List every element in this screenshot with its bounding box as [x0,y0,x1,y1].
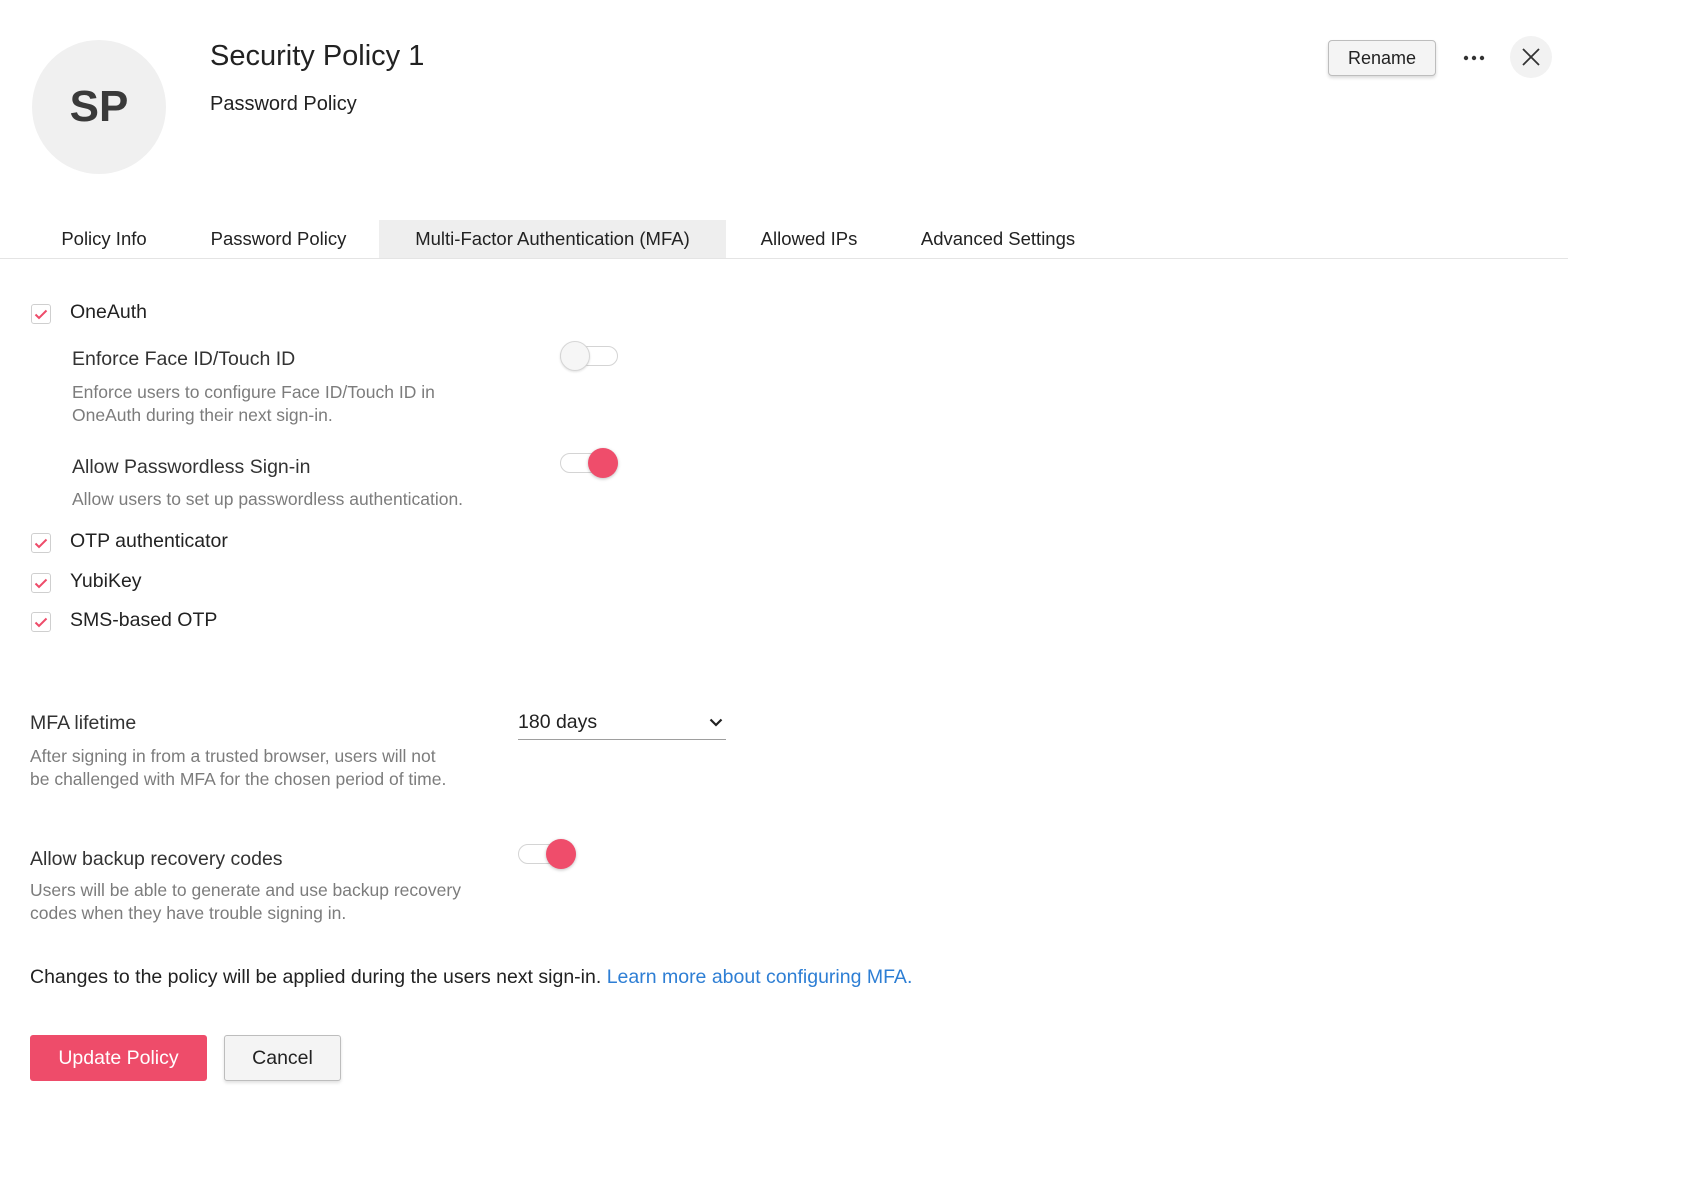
more-horizontal-icon [1463,55,1485,61]
chevron-down-icon [709,718,723,727]
oneauth-checkbox[interactable] [31,304,51,324]
passwordless-title: Allow Passwordless Sign-in [72,456,311,478]
mfa-lifetime-select[interactable]: 180 days [518,706,726,740]
toggle-knob [546,839,576,869]
yubikey-checkbox[interactable] [31,573,51,593]
oneauth-label: OneAuth [70,301,147,323]
tab-password-policy[interactable]: Password Policy [180,220,377,258]
sms-otp-label: SMS-based OTP [70,609,218,631]
toggle-knob [560,341,590,371]
mfa-lifetime-description: After signing in from a trusted browser,… [30,745,446,791]
page-title: Security Policy 1 [210,40,425,72]
checkmark-icon [34,617,48,627]
otp-authenticator-checkbox[interactable] [31,533,51,553]
tab-policy-info[interactable]: Policy Info [30,220,178,258]
backup-codes-description: Users will be able to generate and use b… [30,879,461,925]
face-id-toggle[interactable] [560,341,620,371]
close-icon [1522,48,1540,66]
update-policy-button[interactable]: Update Policy [30,1035,207,1081]
passwordless-description: Allow users to set up passwordless authe… [72,489,464,509]
policy-note: Changes to the policy will be applied du… [30,966,912,989]
checkmark-icon [34,578,48,588]
sms-otp-checkbox[interactable] [31,612,51,632]
passwordless-toggle[interactable] [560,448,620,478]
tab-bar: Policy Info Password Policy Multi-Factor… [0,220,1568,259]
rename-button[interactable]: Rename [1328,40,1436,76]
backup-codes-title: Allow backup recovery codes [30,848,283,870]
tab-allowed-ips[interactable]: Allowed IPs [728,220,890,258]
mfa-lifetime-description-line: be challenged with MFA for the chosen pe… [30,769,447,789]
mfa-lifetime-description-line: After signing in from a trusted browser,… [30,746,436,766]
mfa-lifetime-selected-value: 180 days [518,711,598,733]
mfa-lifetime-title: MFA lifetime [30,712,137,734]
avatar: SP [32,40,166,174]
checkmark-icon [34,538,48,548]
checkmark-icon [34,309,48,319]
cancel-button[interactable]: Cancel [224,1035,341,1081]
more-options-button[interactable] [1454,40,1494,76]
learn-more-link[interactable]: Learn more about configuring MFA. [607,966,913,988]
face-id-title: Enforce Face ID/Touch ID [72,348,296,370]
face-id-description-line: OneAuth during their next sign-in. [72,405,333,425]
toggle-knob [588,448,618,478]
otp-authenticator-label: OTP authenticator [70,530,228,552]
page-subtitle: Password Policy [210,93,357,115]
backup-codes-toggle[interactable] [518,839,578,869]
yubikey-label: YubiKey [70,570,142,592]
face-id-description-line: Enforce users to configure Face ID/Touch… [72,382,435,402]
backup-codes-description-line: codes when they have trouble signing in. [30,903,347,923]
face-id-description: Enforce users to configure Face ID/Touch… [72,381,435,427]
close-button[interactable] [1510,36,1552,78]
tab-mfa[interactable]: Multi-Factor Authentication (MFA) [379,220,726,258]
backup-codes-description-line: Users will be able to generate and use b… [30,880,461,900]
policy-note-text: Changes to the policy will be applied du… [30,966,602,988]
tab-advanced-settings[interactable]: Advanced Settings [892,220,1104,258]
